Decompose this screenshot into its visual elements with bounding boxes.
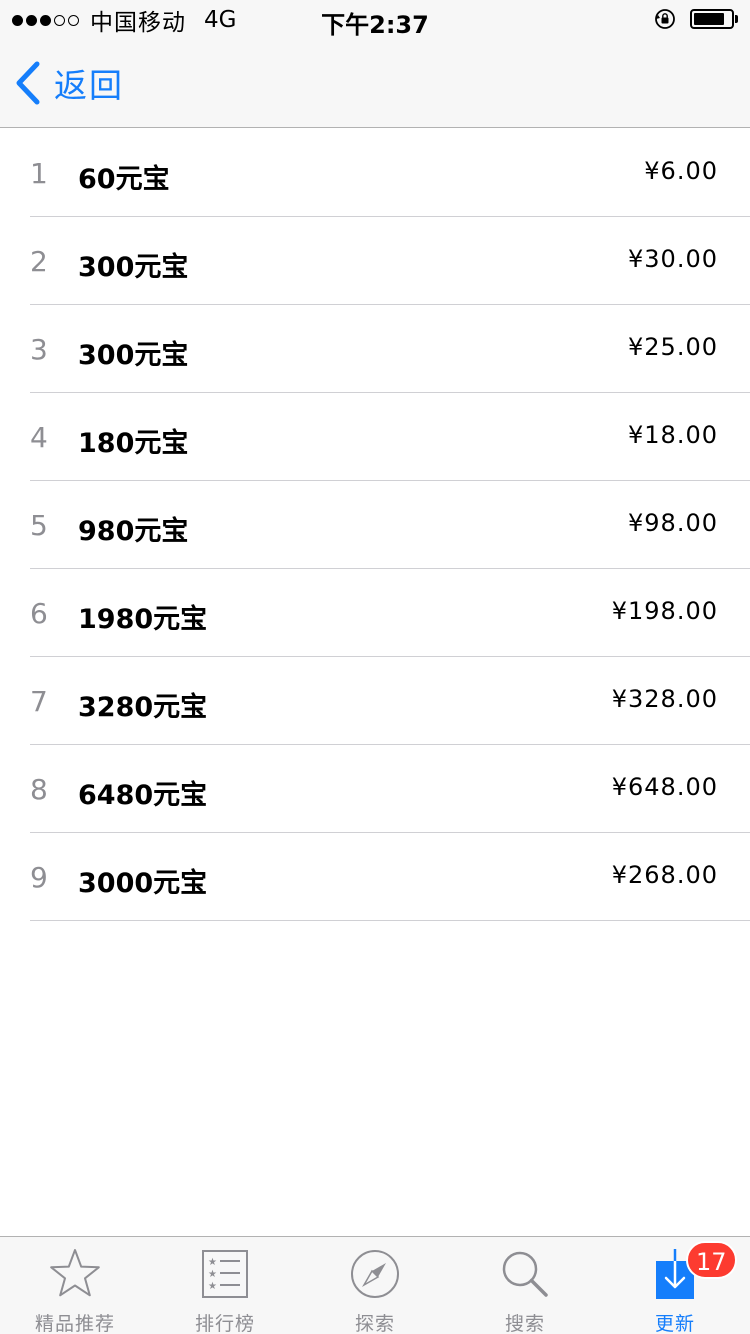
in-app-purchase-list: 1 60元宝 ¥6.00 2 300元宝 ¥30.00 3 300元宝 ¥25.… <box>0 129 750 921</box>
list-item[interactable]: 1 60元宝 ¥6.00 <box>30 129 750 217</box>
tab-updates[interactable]: 17 更新 <box>600 1237 750 1334</box>
item-name: 1980元宝 <box>78 604 208 635</box>
back-button[interactable]: 返回 <box>14 58 124 108</box>
item-rank: 5 <box>30 509 48 542</box>
tab-label: 精品推荐 <box>34 1313 115 1334</box>
list-item[interactable]: 6 1980元宝 ¥198.00 <box>30 569 750 657</box>
battery-level <box>694 13 724 25</box>
item-name: 300元宝 <box>78 340 189 371</box>
tab-label: 搜索 <box>504 1313 545 1334</box>
item-price: ¥25.00 <box>628 333 718 361</box>
tab-search[interactable]: 搜索 <box>450 1237 600 1334</box>
item-name: 180元宝 <box>78 428 189 459</box>
item-rank: 4 <box>30 421 48 454</box>
item-rank: 7 <box>30 685 48 718</box>
item-price: ¥648.00 <box>611 773 718 801</box>
svg-text:★: ★ <box>208 1281 217 1292</box>
list-item[interactable]: 2 300元宝 ¥30.00 <box>30 217 750 305</box>
item-name: 6480元宝 <box>78 780 208 811</box>
item-price: ¥30.00 <box>628 245 718 273</box>
item-price: ¥268.00 <box>611 861 718 889</box>
battery-icon <box>690 9 734 29</box>
item-rank: 6 <box>30 597 48 630</box>
tab-featured[interactable]: 精品推荐 <box>0 1237 150 1334</box>
item-name: 60元宝 <box>78 164 170 195</box>
status-bar: 中国移动 4G 下午2:37 <box>0 0 750 40</box>
svg-text:★: ★ <box>208 1269 217 1280</box>
compass-icon <box>351 1250 399 1298</box>
tab-label: 探索 <box>354 1313 395 1334</box>
status-right <box>654 8 738 30</box>
item-rank: 3 <box>30 333 48 366</box>
chevron-left-icon <box>16 61 40 105</box>
navigation-bar: 返回 <box>0 40 750 128</box>
item-price: ¥98.00 <box>628 509 718 537</box>
list-item[interactable]: 5 980元宝 ¥98.00 <box>30 481 750 569</box>
item-rank: 8 <box>30 773 48 806</box>
list-item[interactable]: 8 6480元宝 ¥648.00 <box>30 745 750 833</box>
list-item[interactable]: 4 180元宝 ¥18.00 <box>30 393 750 481</box>
tab-bar: 精品推荐 ★ ★ ★ 排行榜 探索 搜索 17 更新 <box>0 1236 750 1334</box>
item-rank: 1 <box>30 157 48 190</box>
search-icon <box>502 1251 548 1297</box>
ranked-list-icon: ★ ★ ★ <box>202 1250 248 1298</box>
item-name: 3280元宝 <box>78 692 208 723</box>
item-price: ¥328.00 <box>611 685 718 713</box>
updates-badge: 17 <box>686 1241 737 1279</box>
battery-tip <box>735 15 738 23</box>
list-item[interactable]: 9 3000元宝 ¥268.00 <box>30 833 750 921</box>
tab-top-charts[interactable]: ★ ★ ★ 排行榜 <box>150 1237 300 1334</box>
item-price: ¥18.00 <box>628 421 718 449</box>
svg-text:★: ★ <box>208 1257 217 1268</box>
item-name: 980元宝 <box>78 516 189 547</box>
item-name: 3000元宝 <box>78 868 208 899</box>
star-icon <box>50 1249 100 1297</box>
item-rank: 9 <box>30 861 48 894</box>
tab-explore[interactable]: 探索 <box>300 1237 450 1334</box>
status-time: 下午2:37 <box>321 11 429 39</box>
tab-label: 更新 <box>654 1313 695 1334</box>
item-rank: 2 <box>30 245 48 278</box>
list-item[interactable]: 7 3280元宝 ¥328.00 <box>30 657 750 745</box>
back-label: 返回 <box>54 66 124 105</box>
item-name: 300元宝 <box>78 252 189 283</box>
tab-label: 排行榜 <box>194 1313 255 1334</box>
orientation-lock-icon <box>655 9 675 29</box>
item-price: ¥198.00 <box>611 597 718 625</box>
list-item[interactable]: 3 300元宝 ¥25.00 <box>30 305 750 393</box>
item-price: ¥6.00 <box>644 157 718 185</box>
